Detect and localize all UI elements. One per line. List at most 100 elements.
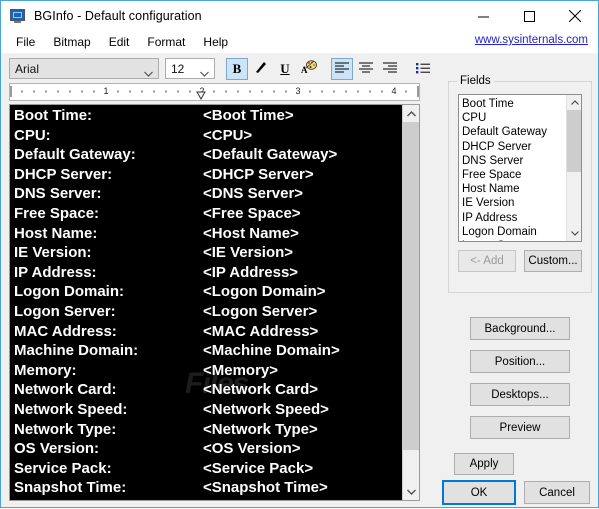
scroll-up-icon[interactable] [567,95,581,110]
text-color-button[interactable]: A [298,58,320,80]
ok-button[interactable]: OK [442,480,516,505]
list-item[interactable]: CPU [462,111,565,125]
scroll-down-icon[interactable] [403,483,419,500]
editor-row[interactable]: CPU: <CPU> [13,126,402,146]
list-item[interactable]: Logon Domain [462,225,565,239]
editor-canvas[interactable]: Files Boot Time: <Boot Time> CPU: <CPU> Defa… [10,105,402,500]
list-item[interactable]: DNS Server [462,154,565,168]
editor-row[interactable]: Logon Server: <Logon Server> [13,302,402,322]
fields-scrollbar[interactable] [566,95,581,241]
editor-row-value: <Subnet Mask> [203,498,313,500]
editor-row-value: <Snapshot Time> [203,479,328,497]
list-item[interactable]: Default Gateway [462,125,565,139]
editor-row-value: <Memory> [203,361,279,379]
editor-row[interactable]: DNS Server: <DNS Server> [13,184,402,204]
list-item[interactable]: Host Name [462,182,565,196]
editor-row[interactable]: Snapshot Time: <Snapshot Time> [13,478,402,498]
fields-groupbox: Fields Boot Time CPU Default Gateway DHCP S… [448,75,592,293]
editor-row[interactable]: Host Name: <Host Name> [13,224,402,244]
editor-row-value: <Logon Domain> [203,283,326,301]
sysinternals-link[interactable]: www.sysinternals.com [475,34,588,46]
menu-item-edit[interactable]: Edit [100,32,139,52]
bold-icon: B [232,61,242,76]
editor-row[interactable]: Subnet Mask: <Subnet Mask> [13,498,402,500]
menu-item-file[interactable]: File [7,32,44,52]
align-center-button[interactable] [355,58,377,80]
editor-row[interactable]: Default Gateway: <Default Gateway> [13,145,402,165]
editor-row[interactable]: DHCP Server: <DHCP Server> [13,165,402,185]
position-button[interactable]: Position... [470,350,570,373]
underline-button[interactable]: U [274,58,296,80]
right-panel: Fields Boot Time CPU Default Gateway DHCP S… [448,75,592,449]
cancel-button[interactable]: Cancel [524,481,590,504]
editor-row[interactable]: Network Type: <Network Type> [13,420,402,440]
editor-row[interactable]: Free Space: <Free Space> [13,204,402,224]
fields-button-row: <- Add Custom... [458,250,582,272]
apply-button[interactable]: Apply [454,453,514,475]
desktops-button[interactable]: Desktops... [470,383,570,406]
editor-row[interactable]: MAC Address: <MAC Address> [13,322,402,342]
editor-row-key: Network Type: [14,420,117,438]
editor-row[interactable]: Network Speed: <Network Speed> [13,400,402,420]
editor-row-value: <DNS Server> [203,185,304,203]
font-size-combobox[interactable]: 12 [165,58,215,79]
fields-listbox[interactable]: Boot Time CPU Default Gateway DHCP Server DN… [458,94,582,242]
custom-field-button[interactable]: Custom... [524,250,582,272]
add-field-button[interactable]: <- Add [458,250,516,272]
preview-button[interactable]: Preview [470,416,570,439]
bold-button[interactable]: B [226,57,248,80]
editor-row-value: <Free Space> [203,204,301,222]
svg-text:1: 1 [103,86,108,96]
editor-row-key: MAC Address: [14,322,117,340]
editor-row-value: <Network Card> [203,381,319,399]
minimize-button[interactable] [460,1,506,31]
maximize-button[interactable] [506,1,552,31]
editor-row[interactable]: Service Pack: <Service Pack> [13,459,402,479]
editor-row-key: OS Version: [14,440,100,458]
close-button[interactable] [552,1,598,31]
editor-row-key: CPU: [14,126,51,144]
editor-row[interactable]: Boot Time: <Boot Time> [13,106,402,126]
scroll-down-icon[interactable] [567,226,581,241]
list-item[interactable]: Boot Time [462,97,565,111]
align-right-button[interactable] [379,58,401,80]
editor-row-key: Memory: [14,361,77,379]
editor-row-value: <Host Name> [203,224,299,242]
list-item[interactable]: IE Version [462,196,565,210]
italic-button[interactable] [250,58,272,80]
editor-row-value: <IE Version> [203,244,294,262]
bginfo-text-editor[interactable]: Files Boot Time: <Boot Time> CPU: <CPU> Defa… [9,104,420,501]
monitor-icon [10,8,26,24]
editor-row-key: Host Name: [14,224,98,242]
editor-row[interactable]: Logon Domain: <Logon Domain> [13,282,402,302]
italic-icon [254,61,268,77]
list-item[interactable]: Free Space [462,168,565,182]
align-left-button[interactable] [331,57,353,80]
fields-list-items: Boot Time CPU Default Gateway DHCP Server DN… [459,95,565,241]
bullets-icon [416,62,430,76]
editor-row[interactable]: Machine Domain: <Machine Domain> [13,341,402,361]
list-item[interactable]: DHCP Server [462,140,565,154]
menu-item-help[interactable]: Help [194,32,237,52]
underline-icon: U [280,61,290,76]
editor-row-key: Boot Time: [14,107,93,124]
font-name-combobox[interactable]: Arial [9,58,159,79]
editor-row[interactable]: OS Version: <OS Version> [13,439,402,459]
menu-item-format[interactable]: Format [138,32,194,52]
list-item[interactable]: IP Address [462,211,565,225]
editor-row[interactable]: IE Version: <IE Version> [13,243,402,263]
scrollbar-thumb[interactable] [403,122,419,450]
list-item[interactable]: Logon Server [462,239,565,241]
editor-vertical-scrollbar[interactable] [402,105,419,500]
background-button[interactable]: Background... [470,317,570,340]
font-size-value: 12 [171,61,185,76]
menu-item-bitmap[interactable]: Bitmap [44,32,99,52]
editor-row[interactable]: Network Card: <Network Card> [13,380,402,400]
editor-row[interactable]: IP Address: <IP Address> [13,263,402,283]
scroll-up-icon[interactable] [403,105,419,122]
editor-row-value: <OS Version> [203,440,301,458]
scrollbar-thumb[interactable] [567,110,581,172]
bullet-list-button[interactable] [412,58,434,80]
editor-row[interactable]: Memory: <Memory> [13,361,402,381]
ruler[interactable]: 1 2 3 4 [9,83,420,101]
